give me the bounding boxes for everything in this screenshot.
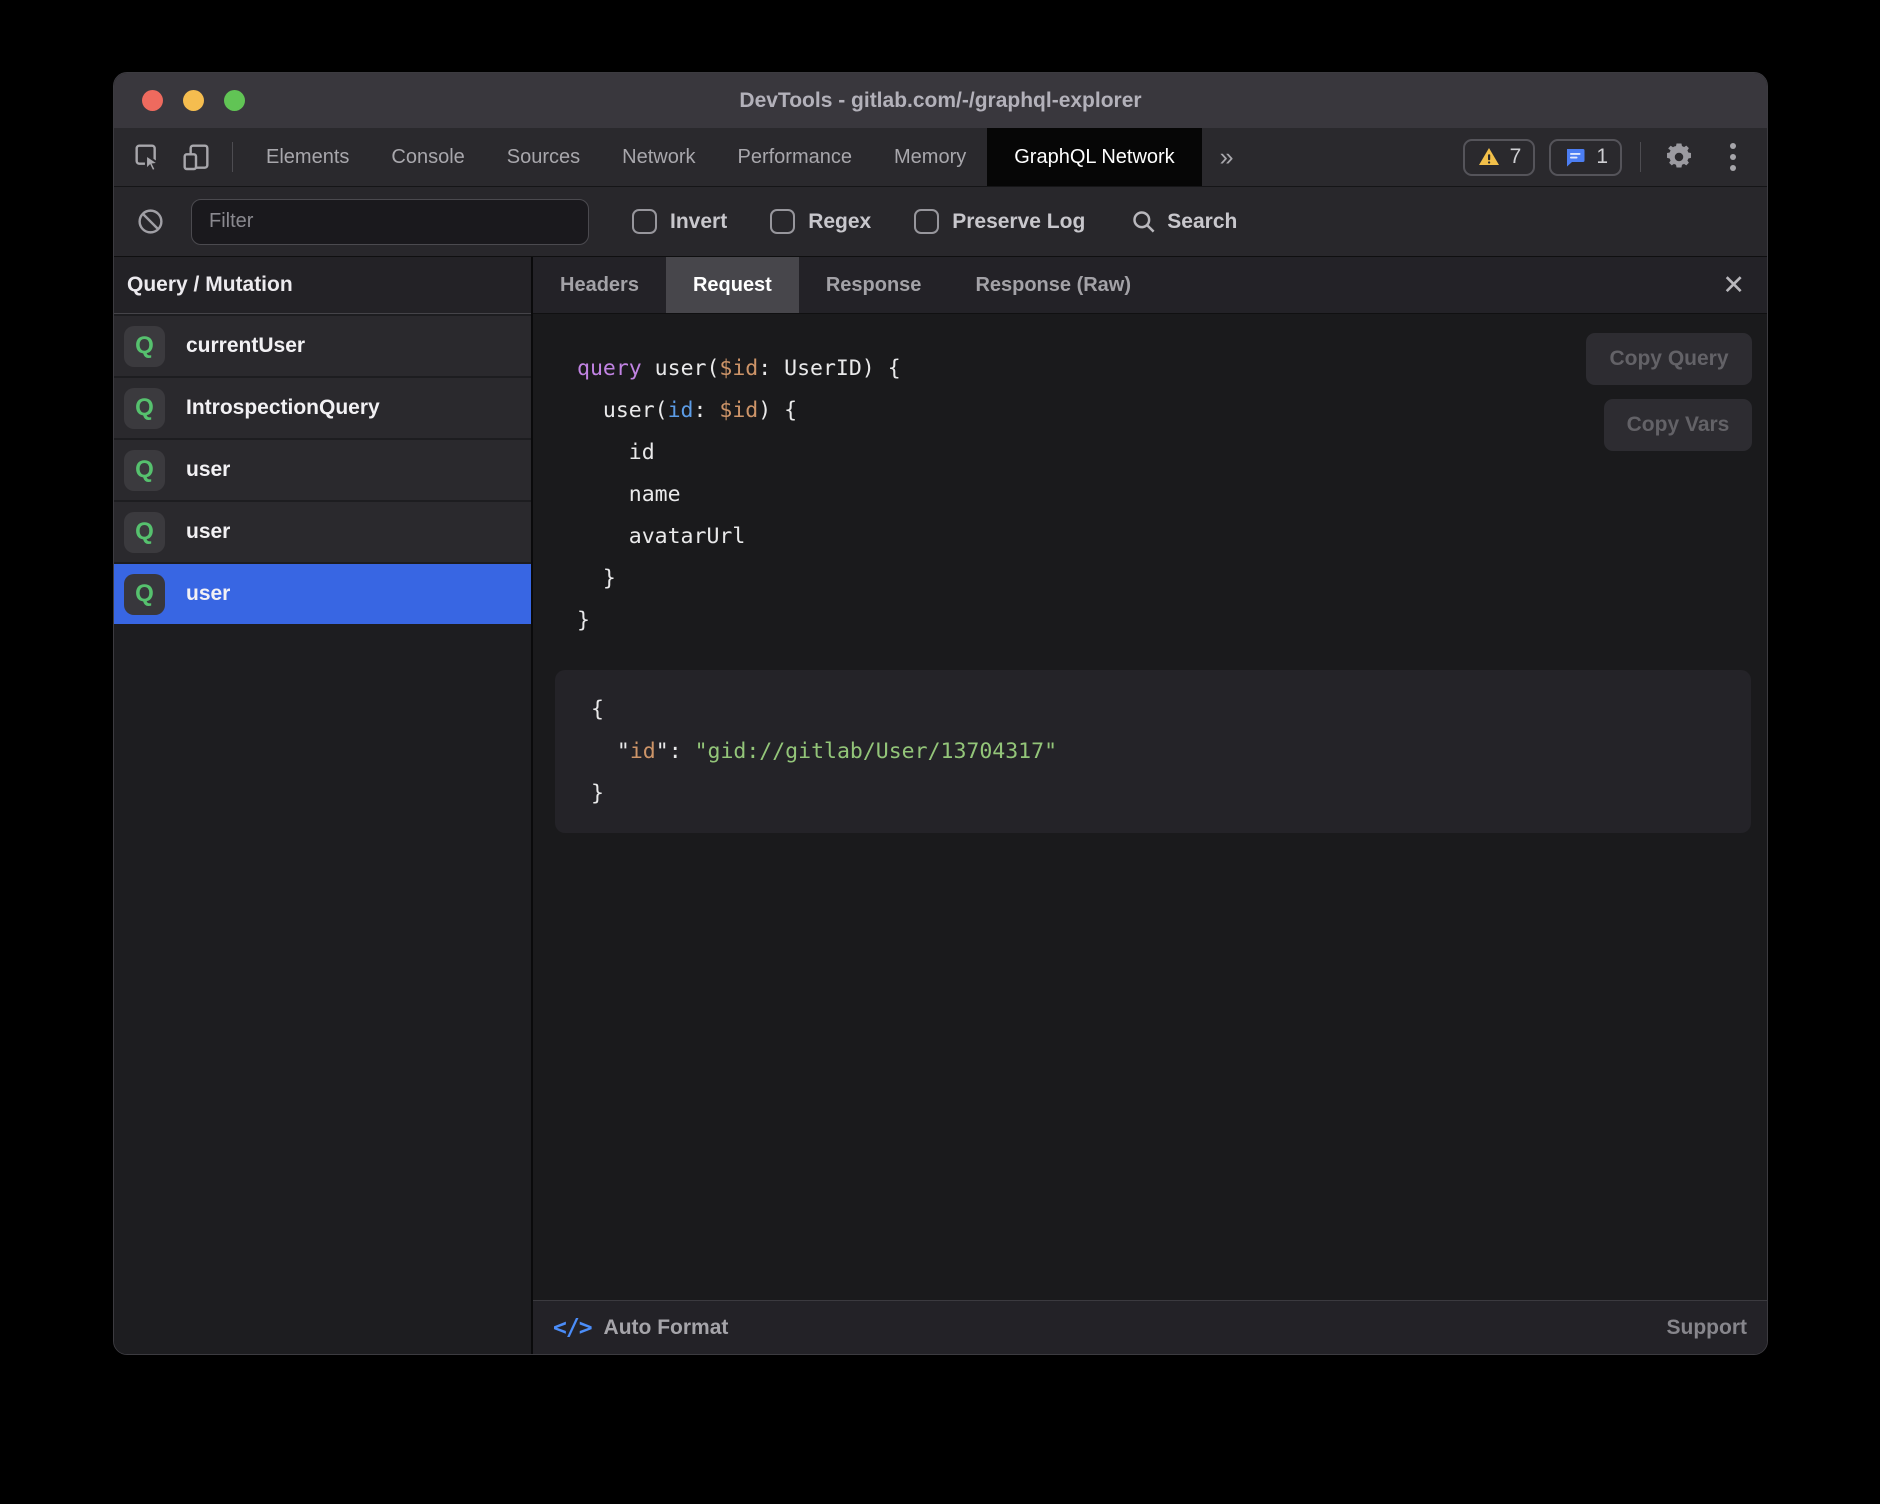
tab-network[interactable]: Network (601, 128, 716, 186)
graphql-query-code[interactable]: query user($id: UserID) { user(id: $id) … (577, 348, 901, 642)
window-title: DevTools - gitlab.com/-/graphql-explorer (114, 89, 1767, 113)
auto-format-button[interactable]: </> Auto Format (553, 1315, 728, 1341)
copy-vars-button[interactable]: Copy Vars (1604, 399, 1752, 451)
list-item-label: user (186, 520, 230, 544)
search-label: Search (1167, 210, 1237, 234)
request-content: query user($id: UserID) { user(id: $id) … (533, 314, 1767, 1300)
regex-label: Regex (808, 210, 871, 234)
warnings-count: 7 (1510, 145, 1522, 169)
status-bar: </> Auto Format Support (533, 1300, 1767, 1354)
warning-triangle-icon (1477, 145, 1501, 169)
regex-checkbox-group[interactable]: Regex (770, 209, 871, 234)
devtools-window: DevTools - gitlab.com/-/graphql-explorer… (113, 72, 1768, 1355)
code-line: name (577, 474, 901, 516)
search-button[interactable]: Search (1130, 208, 1237, 235)
list-item-user-2[interactable]: Q user (114, 502, 531, 562)
gear-icon (1664, 142, 1694, 172)
device-toolbar-icon (180, 141, 212, 173)
invert-label: Invert (670, 210, 727, 234)
code-line: avatarUrl (577, 516, 901, 558)
search-icon (1130, 208, 1157, 235)
toolbar-separator (1640, 142, 1641, 172)
list-item-label: user (186, 582, 230, 606)
list-item-label: user (186, 458, 230, 482)
tab-response[interactable]: Response (799, 257, 949, 313)
code-line: "id": "gid://gitlab/User/13704317" (591, 731, 1751, 773)
list-item-user-3-selected[interactable]: Q user (114, 564, 531, 624)
invert-checkbox-group[interactable]: Invert (632, 209, 727, 234)
title-bar: DevTools - gitlab.com/-/graphql-explorer (114, 73, 1767, 128)
more-tabs-button[interactable]: » (1202, 128, 1252, 186)
sidebar-header: Query / Mutation (114, 257, 531, 314)
query-type-badge: Q (124, 388, 165, 429)
detail-panel: Headers Request Response Response (Raw) … (533, 257, 1767, 1354)
block-filter-icon[interactable] (136, 207, 165, 236)
code-line: user(id: $id) { (577, 390, 901, 432)
minimize-window-button[interactable] (183, 90, 204, 111)
tab-elements[interactable]: Elements (245, 128, 370, 186)
messages-count: 1 (1596, 145, 1608, 169)
device-toolbar-button[interactable] (172, 128, 220, 186)
copy-query-button[interactable]: Copy Query (1586, 333, 1752, 385)
close-icon: ✕ (1722, 270, 1745, 301)
devtools-toolbar: Elements Console Sources Network Perform… (114, 128, 1767, 187)
filter-bar: Invert Regex Preserve Log Search (114, 187, 1767, 257)
chevron-double-right-icon: » (1220, 143, 1234, 172)
tab-memory[interactable]: Memory (873, 128, 987, 186)
query-type-badge: Q (124, 574, 165, 615)
tab-request[interactable]: Request (666, 257, 799, 313)
list-item-user-1[interactable]: Q user (114, 440, 531, 500)
code-line: { (591, 689, 1751, 731)
tab-graphql-network[interactable]: GraphQL Network (987, 128, 1201, 186)
query-list: Q currentUser Q IntrospectionQuery Q use… (114, 314, 531, 624)
code-brackets-icon: </> (553, 1315, 592, 1341)
code-line: } (577, 558, 901, 600)
query-type-badge: Q (124, 326, 165, 367)
detail-tabs: Headers Request Response Response (Raw) … (533, 257, 1767, 314)
code-line: id (577, 432, 901, 474)
main-split: Query / Mutation Q currentUser Q Introsp… (114, 257, 1767, 1354)
auto-format-label: Auto Format (604, 1316, 729, 1340)
tab-response-raw[interactable]: Response (Raw) (948, 257, 1158, 313)
regex-checkbox[interactable] (770, 209, 795, 234)
tab-sources[interactable]: Sources (486, 128, 601, 186)
preserve-log-checkbox[interactable] (914, 209, 939, 234)
preserve-log-checkbox-group[interactable]: Preserve Log (914, 209, 1085, 234)
messages-badge[interactable]: 1 (1549, 139, 1622, 176)
tab-performance[interactable]: Performance (717, 128, 874, 186)
toolbar-separator (232, 142, 233, 172)
tab-headers[interactable]: Headers (533, 257, 666, 313)
query-type-badge: Q (124, 512, 165, 553)
close-panel-button[interactable]: ✕ (1700, 257, 1767, 313)
list-item-label: currentUser (186, 334, 305, 358)
graphql-variables-box[interactable]: { "id": "gid://gitlab/User/13704317"} (555, 670, 1751, 833)
code-line: query user($id: UserID) { (577, 348, 901, 390)
list-item-label: IntrospectionQuery (186, 396, 380, 420)
traffic-lights (142, 90, 245, 111)
list-item-introspectionquery[interactable]: Q IntrospectionQuery (114, 378, 531, 438)
toolbar-right-group: 7 1 (1463, 128, 1767, 186)
code-line: } (577, 600, 901, 642)
query-type-badge: Q (124, 450, 165, 491)
tab-console[interactable]: Console (370, 128, 485, 186)
support-link[interactable]: Support (1667, 1316, 1747, 1340)
message-bubble-icon (1563, 145, 1587, 169)
list-item-currentuser[interactable]: Q currentUser (114, 316, 531, 376)
invert-checkbox[interactable] (632, 209, 657, 234)
code-line: } (591, 773, 1751, 815)
query-list-sidebar: Query / Mutation Q currentUser Q Introsp… (114, 257, 533, 1354)
maximize-window-button[interactable] (224, 90, 245, 111)
more-options-button[interactable] (1713, 137, 1753, 177)
preserve-log-label: Preserve Log (952, 210, 1085, 234)
settings-button[interactable] (1659, 137, 1699, 177)
filter-input[interactable] (191, 199, 589, 245)
kebab-menu-icon (1730, 143, 1736, 171)
warnings-badge[interactable]: 7 (1463, 139, 1536, 176)
inspect-cursor-icon (132, 141, 164, 173)
close-window-button[interactable] (142, 90, 163, 111)
inspect-element-button[interactable] (124, 128, 172, 186)
